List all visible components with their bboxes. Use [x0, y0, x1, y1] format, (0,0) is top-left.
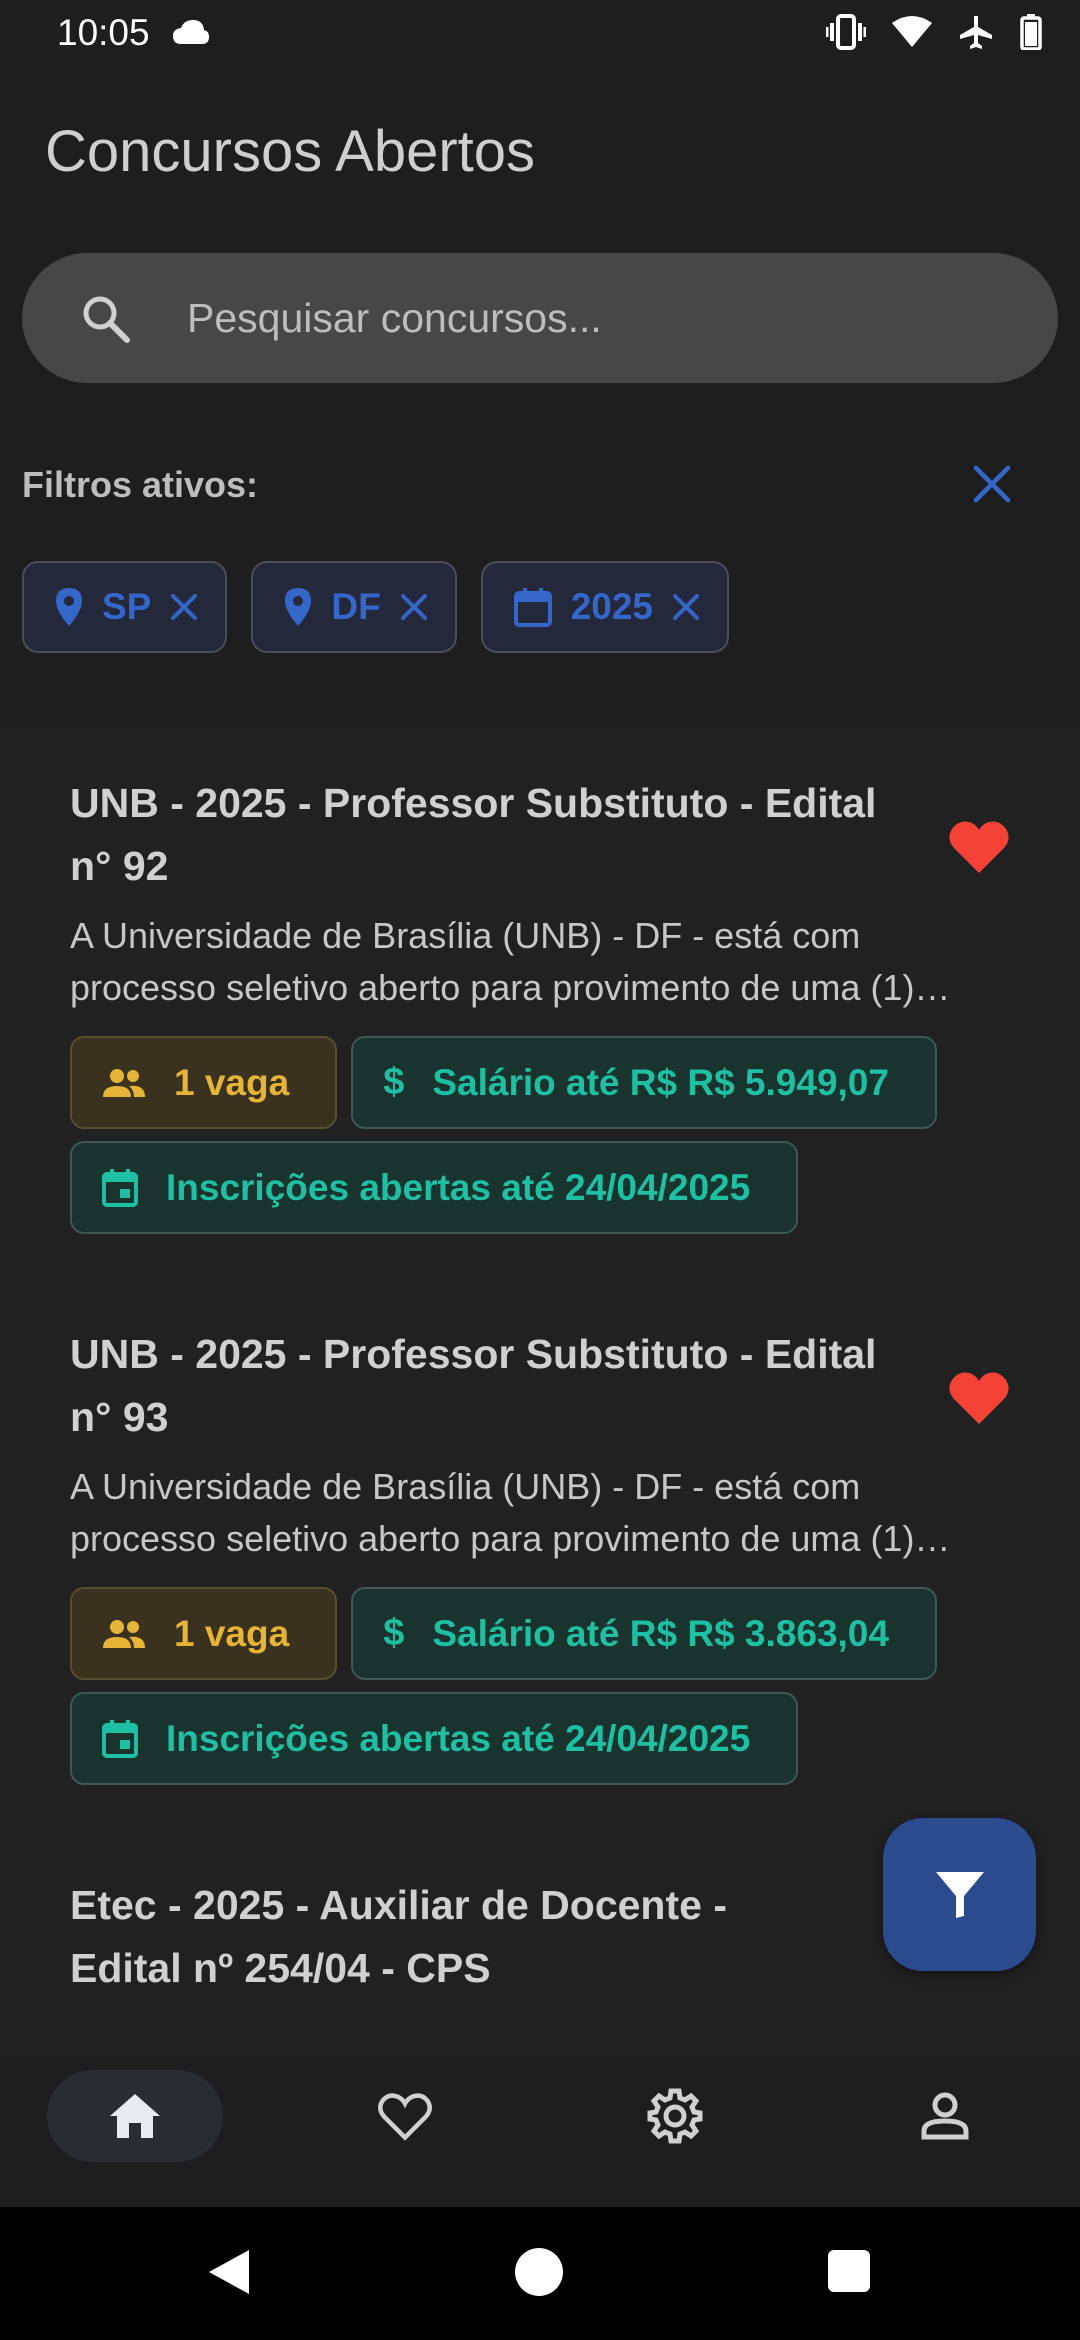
concurso-card[interactable]: UNB - 2025 - Professor Substituto - Edit… — [70, 772, 1010, 1234]
system-navigation-bar — [0, 2207, 1080, 2340]
remove-filter-close-icon[interactable] — [671, 592, 701, 622]
card-title: Etec - 2025 - Auxiliar de Docente - Edit… — [70, 1882, 727, 1991]
wifi-icon — [892, 16, 932, 47]
vagas-tag: 1 vaga — [70, 1587, 338, 1680]
concurso-card[interactable]: UNB - 2025 - Professor Substituto - Edit… — [70, 1323, 1010, 1785]
vagas-text: 1 vaga — [174, 1061, 290, 1103]
nav-settings[interactable] — [587, 2070, 763, 2162]
back-triangle-icon[interactable] — [205, 2247, 251, 2297]
inscricoes-text: Inscrições abertas até 24/04/2025 — [166, 1717, 751, 1759]
gear-icon — [647, 2088, 703, 2144]
battery-icon — [1020, 14, 1042, 50]
filter-chip-df[interactable]: DF — [251, 561, 457, 653]
card-tags: 1 vaga $ Salário até R$ R$ 3.863,04 Insc… — [70, 1587, 1010, 1785]
salario-text: Salário até R$ R$ 5.949,07 — [432, 1061, 889, 1103]
dollar-icon: $ — [383, 1061, 405, 1103]
cloud-icon — [173, 20, 209, 44]
card-description: A Universidade de Brasília (UNB) - DF - … — [70, 1466, 951, 1559]
vagas-text: 1 vaga — [174, 1612, 290, 1654]
vagas-tag: 1 vaga — [70, 1036, 338, 1129]
inscricoes-tag: Inscrições abertas até 24/04/2025 — [70, 1692, 799, 1785]
person-icon — [921, 2092, 969, 2140]
dollar-icon: $ — [383, 1612, 405, 1654]
card-title: UNB - 2025 - Professor Substituto - Edit… — [70, 1331, 877, 1440]
filter-chip-label: SP — [102, 586, 152, 627]
card-tags: 1 vaga $ Salário até R$ R$ 5.949,07 Insc… — [70, 1036, 1010, 1234]
filter-funnel-icon — [935, 1871, 984, 1918]
filter-chip-year[interactable]: 2025 — [480, 561, 729, 653]
airplane-mode-icon — [960, 16, 992, 49]
card-title: UNB - 2025 - Professor Substituto - Edit… — [70, 780, 877, 889]
search-input[interactable] — [187, 283, 1007, 353]
salario-text: Salário até R$ R$ 3.863,04 — [432, 1612, 889, 1654]
calendar-event-icon — [102, 1719, 138, 1758]
nav-home[interactable] — [47, 2070, 223, 2162]
location-pin-icon — [285, 588, 312, 626]
bottom-navigation — [0, 2056, 1080, 2207]
filter-fab-button[interactable] — [883, 1818, 1036, 1971]
search-bar[interactable] — [22, 253, 1058, 383]
filter-chip-label: DF — [331, 586, 381, 627]
page-title: Concursos Abertos — [45, 119, 536, 184]
nav-favorites[interactable] — [317, 2070, 493, 2162]
clear-filters-close-icon[interactable] — [970, 462, 1014, 506]
filter-chip-label: 2025 — [570, 586, 653, 627]
filter-chips: SP DF 2025 — [22, 561, 729, 653]
concurso-card[interactable]: Etec - 2025 - Auxiliar de Docente - Edit… — [70, 1874, 1010, 2000]
inscricoes-text: Inscrições abertas até 24/04/2025 — [166, 1166, 751, 1208]
salario-tag: $ Salário até R$ R$ 5.949,07 — [351, 1036, 937, 1129]
heart-outline-icon — [378, 2093, 432, 2141]
people-icon — [103, 1619, 145, 1648]
search-icon — [83, 296, 130, 343]
status-time: 10:05 — [57, 12, 150, 53]
vibrate-icon — [826, 14, 866, 50]
calendar-icon — [513, 588, 552, 627]
status-icons — [826, 14, 1042, 50]
people-icon — [103, 1068, 145, 1097]
salario-tag: $ Salário até R$ R$ 3.863,04 — [351, 1587, 937, 1680]
active-filters-label: Filtros ativos: — [22, 464, 259, 505]
calendar-event-icon — [102, 1168, 138, 1207]
home-icon — [110, 2094, 160, 2138]
status-bar: 10:05 — [0, 0, 1080, 66]
recent-apps-square-button[interactable] — [828, 2250, 870, 2292]
home-circle-button[interactable] — [515, 2248, 563, 2296]
remove-filter-close-icon[interactable] — [169, 592, 199, 622]
favorite-heart-icon[interactable] — [948, 1368, 1010, 1426]
filter-chip-sp[interactable]: SP — [22, 561, 228, 653]
nav-profile[interactable] — [857, 2070, 1033, 2162]
location-pin-icon — [56, 588, 82, 626]
favorite-heart-icon[interactable] — [948, 817, 1010, 875]
remove-filter-close-icon[interactable] — [399, 592, 429, 622]
card-description: A Universidade de Brasília (UNB) - DF - … — [70, 915, 951, 1008]
inscricoes-tag: Inscrições abertas até 24/04/2025 — [70, 1141, 799, 1234]
